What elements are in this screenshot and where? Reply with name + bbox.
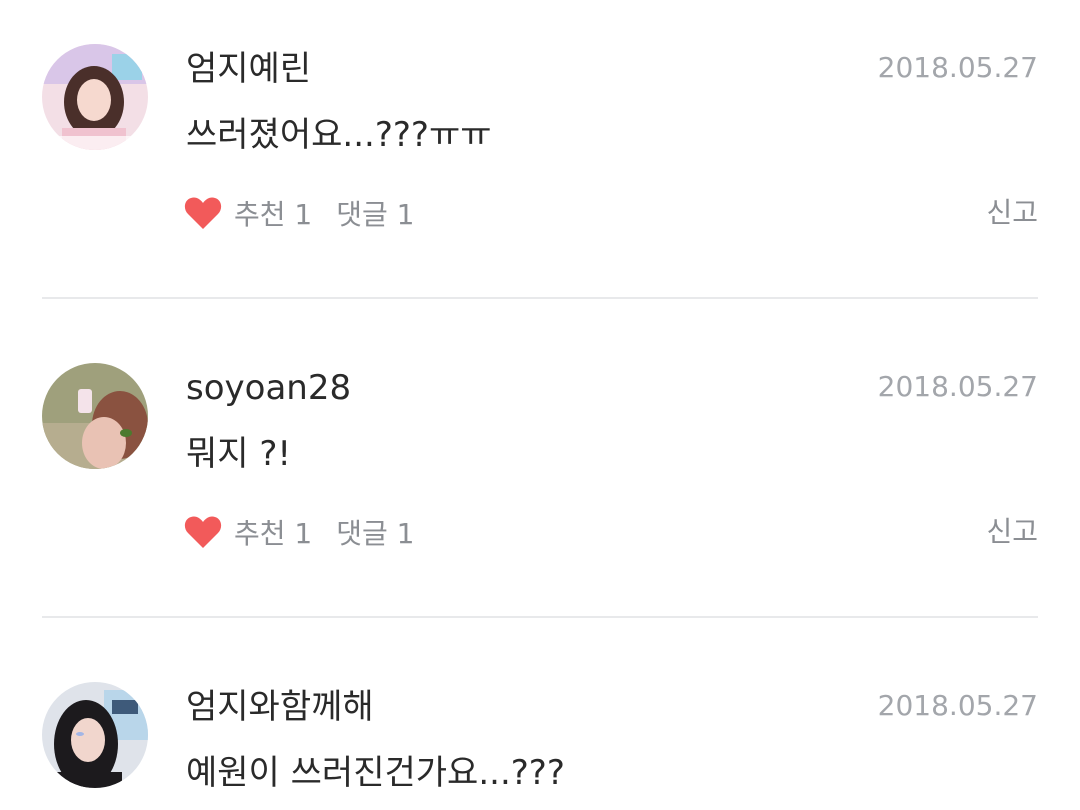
comment-item: soyoan28 2018.05.27 뭐지 ?! 추천 1 댓글 1 신고 [0, 319, 1080, 639]
username[interactable]: soyoan28 [186, 365, 351, 411]
comment-date: 2018.05.27 [877, 370, 1038, 403]
heart-icon[interactable] [184, 195, 222, 231]
comment-text: 예원이 쓰러진건가요...??? [186, 753, 565, 793]
comment-actions: 추천 1 댓글 1 [184, 509, 415, 555]
comment-text: 뭐지 ?! [186, 434, 292, 474]
divider [42, 616, 1038, 618]
report-button[interactable]: 신고 [986, 509, 1038, 555]
username[interactable]: 엄지예린 [186, 46, 311, 92]
reply-button[interactable]: 댓글 1 [336, 512, 414, 552]
comment-list: 엄지예린 2018.05.27 쓰러졌어요...???ㅠㅠ 추천 1 댓글 1 … [0, 0, 1080, 810]
comment-item: 엄지예린 2018.05.27 쓰러졌어요...???ㅠㅠ 추천 1 댓글 1 … [0, 0, 1080, 320]
heart-icon[interactable] [184, 514, 222, 550]
username[interactable]: 엄지와함께해 [186, 684, 374, 730]
avatar[interactable] [42, 682, 148, 788]
avatar[interactable] [42, 44, 148, 150]
comment-text: 쓰러졌어요...???ㅠㅠ [186, 115, 492, 155]
comment-actions: 추천 1 댓글 1 [184, 190, 415, 236]
report-button[interactable]: 신고 [986, 190, 1038, 236]
recommend-count[interactable]: 추천 1 [234, 512, 312, 552]
comment-date: 2018.05.27 [877, 689, 1038, 722]
divider [42, 297, 1038, 299]
comment-item: 엄지와함께해 2018.05.27 예원이 쓰러진건가요...??? [0, 638, 1080, 810]
recommend-count[interactable]: 추천 1 [234, 193, 312, 233]
reply-button[interactable]: 댓글 1 [336, 193, 414, 233]
comment-date: 2018.05.27 [877, 51, 1038, 84]
avatar[interactable] [42, 363, 148, 469]
